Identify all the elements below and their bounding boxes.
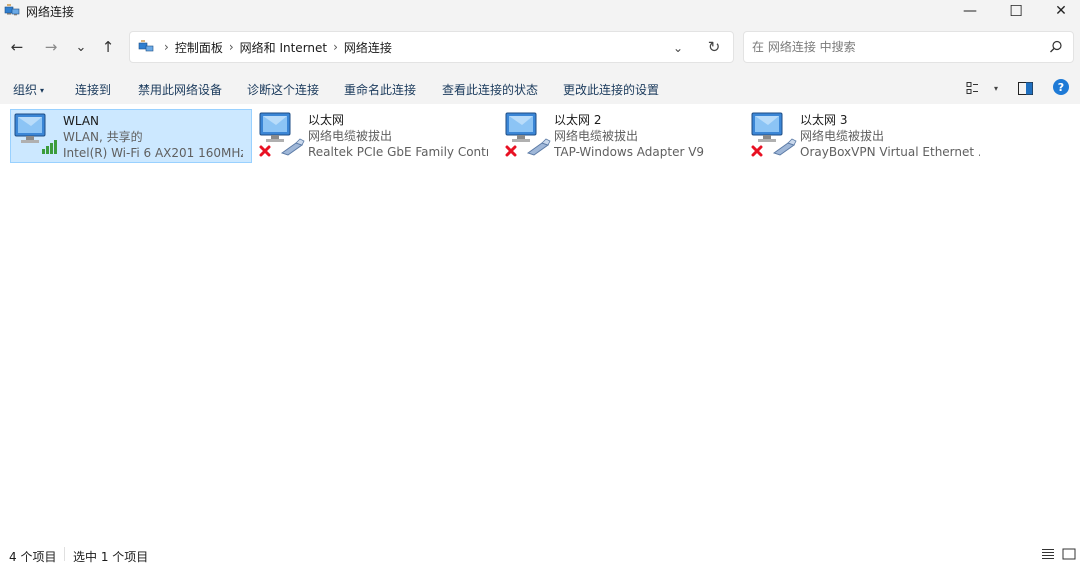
caret-down-icon: ▾	[40, 86, 45, 95]
caret-down-icon: ▾	[994, 83, 999, 93]
refresh-icon: ↻	[707, 38, 721, 56]
connection-name: 以太网	[308, 113, 345, 127]
connection-status: WLAN, 共享的	[63, 130, 143, 144]
connection-status: 网络电缆被拔出	[308, 129, 393, 143]
diagnose-button[interactable]: 诊断这个连接	[247, 81, 319, 98]
connection-status: 网络电缆被拔出	[800, 129, 885, 143]
view-status-button[interactable]: 查看此连接的状态	[442, 81, 538, 98]
breadcrumb-separator[interactable]: ›	[164, 40, 169, 54]
connection-name: WLAN	[63, 114, 100, 128]
connection-device: Intel(R) Wi-Fi 6 AX201 160MHz	[63, 146, 243, 160]
change-settings-button[interactable]: 更改此连接的设置	[563, 81, 659, 98]
breadcrumb-separator[interactable]: ›	[333, 40, 338, 54]
preview-pane-icon	[1018, 81, 1033, 95]
connections-view: WLAN WLAN, 共享的 Intel(R) Wi-Fi 6 AX201 16…	[0, 104, 1080, 538]
wifi-adapter-icon	[11, 110, 63, 162]
close-button[interactable]: ✕	[1038, 0, 1080, 22]
chevron-down-icon: ⌄	[75, 39, 87, 55]
help-icon: ?	[1053, 79, 1069, 95]
connection-tile-ethernet-2[interactable]: 以太网 2 网络电缆被拔出 TAP-Windows Adapter V9	[502, 109, 744, 163]
status-divider	[64, 547, 65, 561]
minimize-icon: —	[963, 3, 977, 19]
ethernet-disconnected-icon	[502, 109, 554, 161]
refresh-button[interactable]: ↻	[704, 37, 724, 57]
minimize-button[interactable]: —	[947, 0, 993, 22]
command-bar: 组织 ▾ 连接到 禁用此网络设备 诊断这个连接 重命名此连接 查看此连接的状态 更…	[0, 72, 1080, 104]
connection-name: 以太网 3	[800, 113, 848, 127]
connection-tile-wlan[interactable]: WLAN WLAN, 共享的 Intel(R) Wi-Fi 6 AX201 16…	[10, 109, 252, 163]
item-count: 4 个项目	[9, 550, 57, 564]
connection-tile-ethernet-3[interactable]: 以太网 3 网络电缆被拔出 OrayBoxVPN Virtual Etherne…	[748, 109, 990, 163]
selected-count: 选中 1 个项目	[73, 550, 149, 564]
connection-device: Realtek PCIe GbE Family Contr...	[308, 145, 488, 159]
status-bar: 4 个项目 选中 1 个项目	[0, 538, 1080, 566]
organize-menu[interactable]: 组织 ▾	[13, 81, 44, 98]
disable-device-button[interactable]: 禁用此网络设备	[138, 81, 222, 98]
search-input[interactable]	[752, 40, 1032, 54]
forward-arrow-icon: →	[44, 38, 58, 56]
help-button[interactable]: ?	[1053, 79, 1069, 95]
address-row: ← → ⌄ ↑ › 控制面板 › 网络和 Internet › 网络连接 ⌄ ↻	[0, 22, 1080, 72]
ethernet-disconnected-icon	[256, 109, 308, 161]
connection-name: 以太网 2	[554, 113, 602, 127]
breadcrumb-network-connections[interactable]: 网络连接	[344, 39, 392, 56]
back-arrow-icon: ←	[10, 38, 24, 56]
control-panel-location-icon	[138, 39, 154, 55]
title-bar: 网络连接	[0, 0, 1080, 22]
preview-pane-button[interactable]	[1018, 80, 1033, 96]
organize-label: 组织	[13, 83, 38, 97]
rename-button[interactable]: 重命名此连接	[344, 81, 416, 98]
maximize-button[interactable]: ☐	[993, 0, 1039, 22]
address-history-dropdown[interactable]: ⌄	[668, 39, 688, 57]
forward-button[interactable]: →	[40, 36, 62, 58]
close-icon: ✕	[1055, 3, 1067, 19]
up-arrow-icon: ↑	[101, 38, 115, 56]
view-options-icon	[966, 81, 980, 95]
window-title: 网络连接	[26, 4, 75, 19]
address-bar[interactable]: › 控制面板 › 网络和 Internet › 网络连接	[129, 31, 734, 63]
search-icon[interactable]	[1049, 40, 1063, 54]
ethernet-disconnected-icon	[748, 109, 800, 161]
maximize-icon: ☐	[1009, 2, 1023, 20]
up-button[interactable]: ↑	[97, 36, 119, 58]
breadcrumb-network-internet[interactable]: 网络和 Internet	[240, 39, 327, 56]
back-button[interactable]: ←	[6, 36, 28, 58]
recent-locations-button[interactable]: ⌄	[70, 36, 92, 58]
breadcrumb-separator[interactable]: ›	[229, 40, 234, 54]
change-view-button[interactable]: ▾	[966, 80, 998, 96]
connection-status: 网络电缆被拔出	[554, 129, 639, 143]
network-connections-app-icon	[4, 3, 20, 19]
details-view-icon[interactable]	[1041, 548, 1055, 560]
connection-device: OrayBoxVPN Virtual Ethernet ...	[800, 145, 980, 159]
large-icons-view-icon[interactable]	[1062, 548, 1076, 560]
connection-device: TAP-Windows Adapter V9	[554, 145, 705, 159]
connection-tile-ethernet[interactable]: 以太网 网络电缆被拔出 Realtek PCIe GbE Family Cont…	[256, 109, 498, 163]
chevron-down-icon: ⌄	[672, 41, 684, 55]
breadcrumb-control-panel[interactable]: 控制面板	[175, 39, 223, 56]
connect-to-button[interactable]: 连接到	[75, 81, 111, 98]
search-box[interactable]	[743, 31, 1074, 63]
